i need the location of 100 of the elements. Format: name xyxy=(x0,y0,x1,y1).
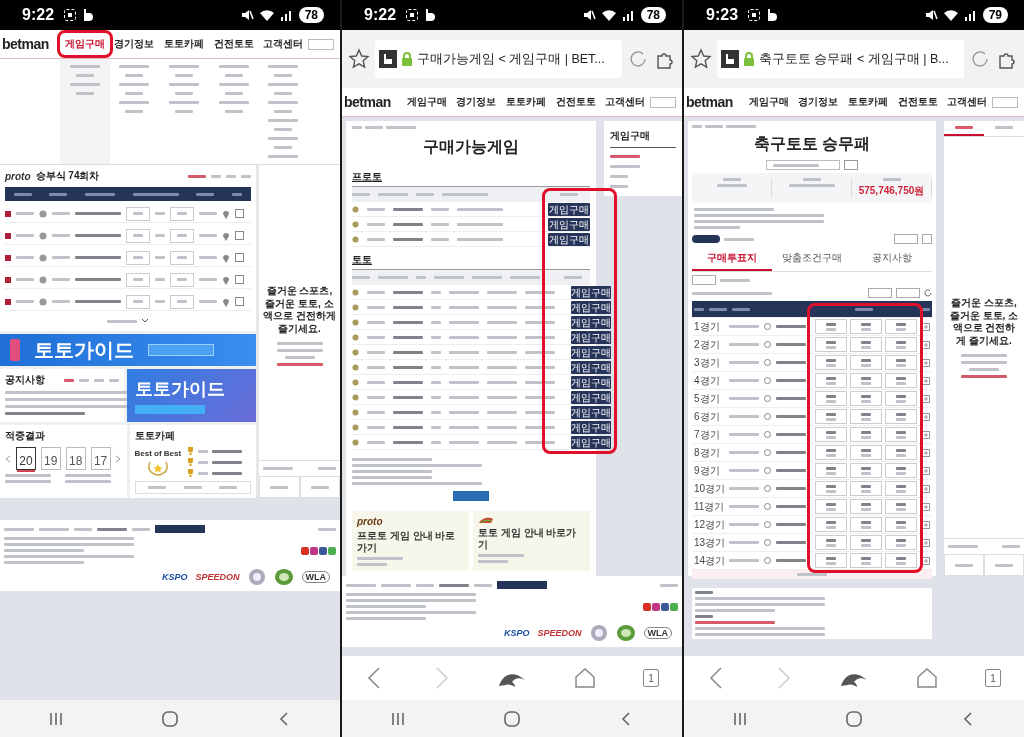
small-button[interactable] xyxy=(868,288,892,298)
odds-button[interactable] xyxy=(815,553,847,568)
address-bar[interactable]: 축구토토 승무패 < 게임구매 | B... xyxy=(717,40,964,78)
odds-button[interactable] xyxy=(850,409,882,424)
tab[interactable]: 맞춤조건구매 xyxy=(772,247,852,271)
home-button-icon[interactable] xyxy=(845,709,863,728)
odds-button[interactable] xyxy=(885,463,917,478)
select-field[interactable] xyxy=(650,96,676,108)
chevron-icon[interactable] xyxy=(141,318,149,324)
calendar-date[interactable]: 19 xyxy=(40,447,61,470)
reload-icon[interactable] xyxy=(627,48,649,70)
select-field[interactable] xyxy=(308,38,334,50)
add-button[interactable] xyxy=(235,209,244,218)
recent-apps-icon[interactable] xyxy=(390,710,407,727)
odds-button[interactable] xyxy=(850,481,882,496)
buy-button[interactable]: 게임구매 xyxy=(548,202,590,216)
odds-button[interactable] xyxy=(885,553,917,568)
odds-button[interactable] xyxy=(885,355,917,370)
buy-button[interactable]: 게임구매 xyxy=(571,435,611,449)
plus-box-icon[interactable] xyxy=(922,538,930,547)
buy-button[interactable]: 게임구매 xyxy=(548,217,590,231)
tab[interactable]: 공지사항 xyxy=(852,247,932,271)
nav-menu-item[interactable]: 토토카페 xyxy=(504,93,548,111)
nav-menu-item[interactable]: 토토카페 xyxy=(846,93,890,111)
guide-banner[interactable]: 토토가이드 xyxy=(0,334,256,366)
odds-button[interactable] xyxy=(815,445,847,460)
calendar-date[interactable]: 18 xyxy=(65,447,86,470)
plus-box-icon[interactable] xyxy=(922,394,930,403)
odds-button[interactable] xyxy=(815,409,847,424)
print-button[interactable] xyxy=(922,234,932,244)
plus-box-icon[interactable] xyxy=(922,502,930,511)
odds-button[interactable] xyxy=(815,355,847,370)
site-logo[interactable]: betman xyxy=(0,36,60,52)
small-button[interactable] xyxy=(692,275,716,285)
plus-box-icon[interactable] xyxy=(922,466,930,475)
odds-button[interactable] xyxy=(885,391,917,406)
buy-button[interactable]: 게임구매 xyxy=(571,345,611,359)
odds-button[interactable] xyxy=(815,499,847,514)
odds-button[interactable] xyxy=(885,445,917,460)
round-select[interactable] xyxy=(766,160,840,170)
odds-button[interactable] xyxy=(815,427,847,442)
address-bar[interactable]: 구매가능게임 < 게임구매 | BET... xyxy=(375,40,622,78)
odds-button[interactable] xyxy=(885,427,917,442)
plus-box-icon[interactable] xyxy=(922,358,930,367)
odds-button[interactable] xyxy=(885,373,917,388)
plus-box-icon[interactable] xyxy=(922,322,930,331)
chevron-left-icon[interactable] xyxy=(5,454,11,463)
promo-card[interactable]: 토토 게임 안내 바로가기 xyxy=(473,511,590,571)
buy-button[interactable]: 게임구매 xyxy=(571,420,611,434)
nav-menu-item[interactable]: 경기정보 xyxy=(112,35,157,53)
plus-box-icon[interactable] xyxy=(922,448,930,457)
odds-button[interactable] xyxy=(850,499,882,514)
odds-button[interactable] xyxy=(850,373,882,388)
add-button[interactable] xyxy=(235,275,244,284)
bookmark-star-icon[interactable] xyxy=(348,48,370,70)
odds-button[interactable] xyxy=(850,535,882,550)
home-button-icon[interactable] xyxy=(503,709,521,728)
odds-button[interactable] xyxy=(885,337,917,352)
odds-button[interactable] xyxy=(885,535,917,550)
add-button[interactable] xyxy=(235,231,244,240)
nav-menu-item[interactable]: 게임구매 xyxy=(746,93,791,111)
nav-menu-item[interactable]: 경기정보 xyxy=(796,93,841,111)
reload-icon[interactable] xyxy=(969,48,991,70)
nav-menu-item[interactable]: 고객센터 xyxy=(261,35,306,53)
nav-menu-item[interactable]: 고객센터 xyxy=(603,93,648,111)
odds-button[interactable] xyxy=(815,517,847,532)
nav-menu-item[interactable]: 토토카페 xyxy=(162,35,206,53)
buy-button[interactable]: 게임구매 xyxy=(571,330,611,344)
tab[interactable]: 구매투표지 xyxy=(692,247,772,271)
select-field[interactable] xyxy=(992,96,1018,108)
odds-button[interactable] xyxy=(815,481,847,496)
recent-apps-icon[interactable] xyxy=(732,710,749,727)
nav-menu-item[interactable]: 건전토토 xyxy=(553,93,598,111)
odds-button[interactable] xyxy=(850,517,882,532)
odds-button[interactable] xyxy=(815,337,847,352)
nav-menu-item[interactable]: 건전토토 xyxy=(211,35,256,53)
home-button-icon[interactable] xyxy=(161,709,179,728)
buy-button[interactable]: 게임구매 xyxy=(571,360,611,374)
add-button[interactable] xyxy=(235,253,244,262)
chevron-right-icon[interactable] xyxy=(115,454,122,463)
home-icon[interactable] xyxy=(573,666,597,690)
guide-card[interactable]: 토토가이드 xyxy=(126,369,256,422)
small-button[interactable] xyxy=(896,288,920,298)
buy-button[interactable]: 게임구매 xyxy=(571,315,611,329)
odds-button[interactable] xyxy=(815,391,847,406)
refresh-icon[interactable] xyxy=(924,289,932,297)
site-logo[interactable]: betman xyxy=(684,94,744,110)
odds-button[interactable] xyxy=(850,445,882,460)
go-button[interactable] xyxy=(844,160,858,170)
odds-button[interactable] xyxy=(885,481,917,496)
odds-button[interactable] xyxy=(850,355,882,370)
odds-button[interactable] xyxy=(815,535,847,550)
buy-button[interactable]: 게임구매 xyxy=(571,405,611,419)
odds-button[interactable] xyxy=(850,553,882,568)
plus-box-icon[interactable] xyxy=(922,412,930,421)
add-button[interactable] xyxy=(235,297,244,306)
calendar-date[interactable]: 17 xyxy=(90,447,111,470)
odds-button[interactable] xyxy=(885,409,917,424)
plus-box-icon[interactable] xyxy=(922,520,930,529)
nav-menu-item[interactable]: 건전토토 xyxy=(895,93,940,111)
